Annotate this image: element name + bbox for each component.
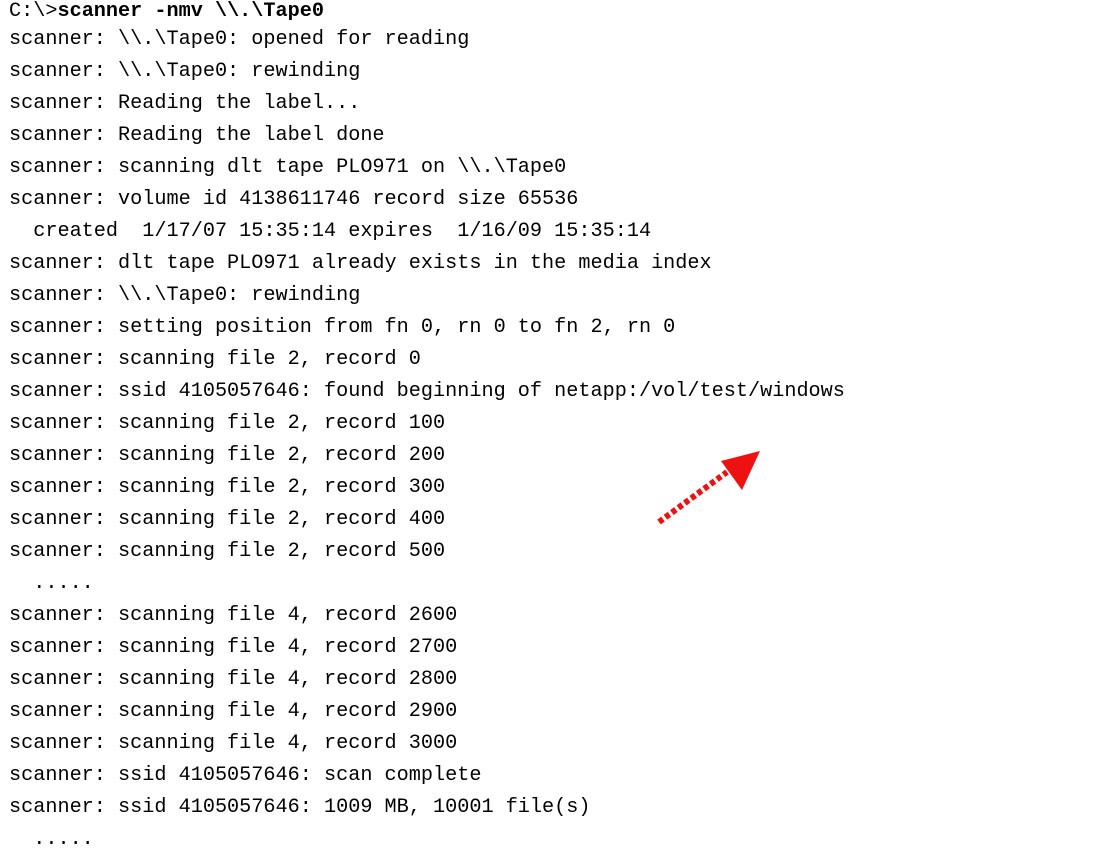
ellipsis-line: ..... [9,572,94,595]
output-line: scanner: Reading the label... [9,92,361,115]
output-line: scanner: scanning dlt tape PLO971 on \\.… [9,156,567,179]
output-line: scanner: scanning file 2, record 0 [9,348,421,371]
output-line: scanner: scanning file 4, record 3000 [9,732,458,755]
output-line: scanner: Reading the label done [9,124,385,147]
command-text: scanner -nmv \\.\Tape0 [57,0,324,23]
output-line: scanner: \\.\Tape0: rewinding [9,60,361,83]
ellipsis-line: ..... [9,828,94,851]
output-line: scanner: scanning file 2, record 100 [9,412,446,435]
output-line: scanner: volume id 4138611746 record siz… [9,188,579,211]
output-line: scanner: \\.\Tape0: opened for reading [9,28,470,51]
output-line: scanner: scanning file 2, record 200 [9,444,446,467]
output-line: scanner: dlt tape PLO971 already exists … [9,252,712,275]
output-line: scanner: \\.\Tape0: rewinding [9,284,361,307]
output-line: scanner: scanning file 4, record 2700 [9,636,458,659]
command-line: C:\>scanner -nmv \\.\Tape0 [9,0,1114,24]
terminal-output: C:\>scanner -nmv \\.\Tape0 scanner: \\.\… [9,0,1114,856]
output-line: scanner: setting position from fn 0, rn … [9,316,676,339]
output-line: scanner: scanning file 2, record 300 [9,476,446,499]
output-line: created 1/17/07 15:35:14 expires 1/16/09… [9,220,652,243]
output-line: scanner: scanning file 4, record 2600 [9,604,458,627]
output-line: scanner: scanning file 4, record 2800 [9,668,458,691]
output-line: scanner: scanning file 2, record 400 [9,508,446,531]
command-prompt: C:\> [9,0,58,23]
output-line: scanner: scanning file 2, record 500 [9,540,446,563]
output-line: scanner: ssid 4105057646: scan complete [9,764,482,787]
output-line: scanner: scanning file 4, record 2900 [9,700,458,723]
output-line-highlighted: scanner: ssid 4105057646: found beginnin… [9,380,845,403]
output-line: scanner: ssid 4105057646: 1009 MB, 10001… [9,796,591,819]
